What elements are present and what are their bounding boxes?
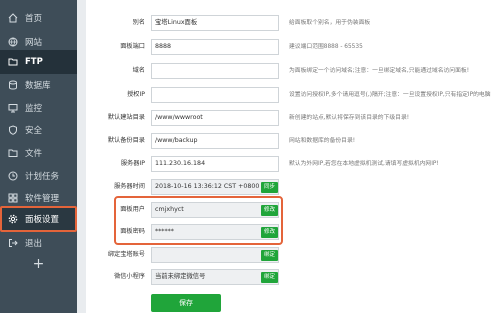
highlight-frame [114,196,283,245]
auth-ip-field[interactable] [151,87,279,103]
home-icon [8,13,18,23]
sidebar-item-security[interactable]: 安全 [0,118,77,142]
domain-row: 域名 为面板绑定一个访问域名;注意：一旦绑定域名,只能通过域名访问面板! [86,62,499,80]
port-row: 面板端口 8888 建议端口范围8888 - 65535 [86,38,499,56]
sidebar-item-database[interactable]: 数据库 [0,73,77,97]
save-button[interactable]: 保存 [151,294,221,312]
alias-label: 别名 [132,19,145,26]
gear-icon [8,214,18,224]
backup-dir-row: 默认备份目录 /www/backup 网站和数据库的备份目录! [86,132,499,150]
sidebar-item-files[interactable]: 文件 [0,141,77,165]
port-tip: 建议端口范围8888 - 65535 [289,44,363,50]
database-icon [8,80,18,90]
server-ip-row: 服务器IP 111.230.16.184 默认为外网IP,若您在本地虚拟机测试,… [86,155,499,173]
alias-tip: 给面板取个别名，用于伪装面板 [289,20,371,26]
ftp-icon [8,57,18,67]
shield-icon [8,125,18,135]
sidebar-item-logout[interactable]: 退出 [0,231,77,255]
sidebar-item-label: 安全 [25,126,43,136]
wechat-label: 微信小程序 [114,273,145,280]
monitor-icon [8,103,18,113]
auth-ip-label: 授权IP [127,91,145,98]
server-time-row: 服务器时间 2018-10-16 13:36:12 CST +0800 同步 [86,178,286,196]
bt-account-row: 绑定宝塔账号 绑定 [86,246,286,264]
sync-time-button[interactable]: 同步 [261,182,279,193]
bt-account-field [151,247,279,263]
grid-icon [8,193,18,203]
sidebar-item-label: 监控 [25,104,43,114]
sidebar-item-ftp[interactable]: FTP [0,50,77,74]
wechat-row: 微信小程序 当前未绑定微信号 绑定 [86,268,286,286]
backup-dir-label: 默认备份目录 [107,137,145,144]
globe-icon [8,37,18,47]
sidebar-item-panel-settings[interactable]: 面板设置 [0,206,77,232]
bt-account-label: 绑定宝塔账号 [107,251,145,258]
sidebar-item-label: 退出 [25,239,43,249]
add-icon[interactable]: + [0,256,77,272]
auth-ip-tip: 设置访问授权IP,多个请用逗号(,)隔开;注意：一旦设置授权IP,只有指定IP的… [289,92,491,98]
panel-settings-form: 别名 宝塔Linux面板 给面板取个别名，用于伪装面板 面板端口 8888 建议… [86,0,499,313]
domain-tip: 为面板绑定一个访问域名;注意：一旦绑定域名,只能通过域名访问面板! [289,68,470,74]
site-dir-label: 默认建站目录 [107,114,145,121]
sidebar-item-label: 软件管理 [25,194,60,204]
domain-field[interactable] [151,63,279,79]
server-ip-tip: 默认为外网IP,若您在本地虚拟机测试,请填写虚拟机内网IP! [289,161,439,167]
sidebar-item-cron[interactable]: 计划任务 [0,164,77,188]
sidebar-item-label: 数据库 [25,81,51,91]
site-dir-tip: 新创建的站点,默认将保存到该目录的下级目录! [289,115,410,121]
sidebar-item-monitor[interactable]: 监控 [0,96,77,120]
backup-dir-tip: 网站和数据库的备份目录! [289,138,356,144]
bind-wechat-button[interactable]: 绑定 [261,272,279,283]
clock-icon [8,171,18,181]
sidebar-item-home[interactable]: 首页 [0,6,77,30]
backup-dir-field[interactable]: /www/backup [151,133,279,149]
port-field[interactable]: 8888 [151,39,279,55]
auth-ip-row: 授权IP 设置访问授权IP,多个请用逗号(,)隔开;注意：一旦设置授权IP,只有… [86,86,499,104]
sidebar: 首页 网站 FTP 数据库 监控 安全 文件 计划任务 软件管理 面板设置 退出… [0,0,77,313]
sidebar-item-label: 文件 [25,149,43,159]
sidebar-item-label: 网站 [25,38,43,48]
bind-account-button[interactable]: 绑定 [261,250,279,261]
sidebar-item-label: 计划任务 [25,172,60,182]
sidebar-item-label: 面板设置 [25,215,60,225]
server-ip-field[interactable]: 111.230.16.184 [151,156,279,172]
alias-field[interactable]: 宝塔Linux面板 [151,15,279,31]
site-dir-row: 默认建站目录 /www/wwwroot 新创建的站点,默认将保存到该目录的下级目… [86,109,499,127]
logout-icon [8,238,18,248]
server-time-label: 服务器时间 [114,183,145,190]
wechat-field: 当前未绑定微信号 [151,269,279,285]
sidebar-item-label: 首页 [25,14,43,24]
site-dir-field[interactable]: /www/wwwroot [151,110,279,126]
server-ip-label: 服务器IP [120,160,145,167]
server-time-field: 2018-10-16 13:36:12 CST +0800 [151,179,279,195]
domain-label: 域名 [132,67,145,74]
alias-row: 别名 宝塔Linux面板 给面板取个别名，用于伪装面板 [86,14,499,32]
port-label: 面板端口 [120,43,145,50]
folder-icon [8,148,18,158]
sidebar-item-label: FTP [25,57,43,67]
